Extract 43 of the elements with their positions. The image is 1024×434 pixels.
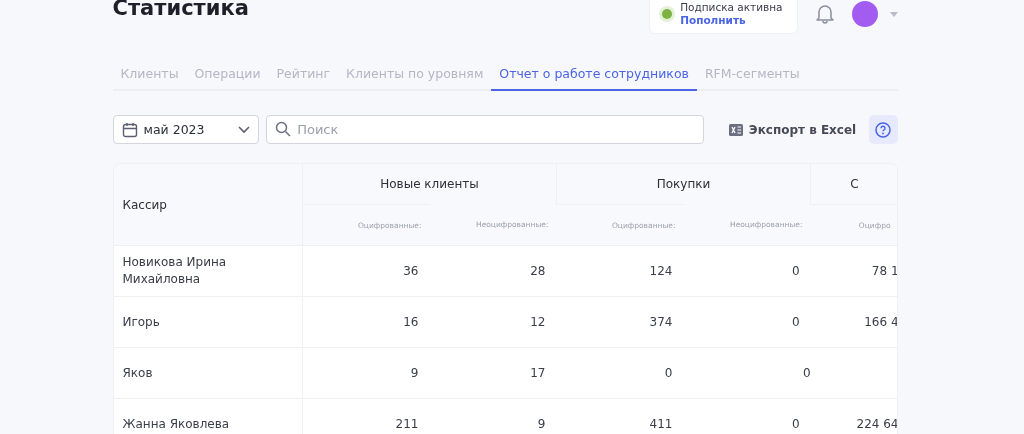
user-avatar[interactable] xyxy=(851,1,878,28)
cashier-cell: Игорь xyxy=(113,296,303,348)
tab[interactable]: RFM-сегменты xyxy=(696,62,808,91)
table-cell: 0 xyxy=(683,347,811,399)
table-cell: 0 xyxy=(556,347,684,399)
table-cell: 0 xyxy=(683,245,811,297)
export-excel-button[interactable]: Экспорт в Excel xyxy=(722,115,863,144)
table-cell: 9 xyxy=(302,347,430,399)
table-cell: 17 xyxy=(429,347,557,399)
tab[interactable]: Рейтинг xyxy=(268,62,339,91)
table-cell: 374 xyxy=(556,296,684,348)
table-cell: 0 xyxy=(683,398,811,434)
tab[interactable]: Клиенты xyxy=(112,62,187,91)
top-up-link[interactable]: Пополнить xyxy=(680,14,783,28)
calendar-icon xyxy=(121,121,138,138)
column-header: Кассир xyxy=(113,164,303,246)
table-cell: 12 xyxy=(429,296,557,348)
table-cell: 0 xyxy=(683,296,811,348)
table-cell: 124 xyxy=(556,245,684,297)
search-field[interactable]: Поиск xyxy=(266,115,704,144)
cashier-cell: Жанна Яковлева xyxy=(113,398,303,434)
column-group-header: Покупки xyxy=(556,164,811,205)
table-cell: 9 xyxy=(429,398,557,434)
cashier-cell: Яков xyxy=(113,347,303,399)
table-cell: 28 xyxy=(429,245,557,297)
help-icon xyxy=(875,121,892,138)
chevron-down-icon xyxy=(238,125,251,134)
period-select[interactable]: май 2023 xyxy=(112,115,260,144)
subscription-status: Подписка активна xyxy=(680,1,783,15)
table-cell: 16 xyxy=(302,296,430,348)
tab[interactable]: Операции xyxy=(186,62,269,91)
column-group-header: С xyxy=(810,164,897,205)
notifications-bell-icon[interactable] xyxy=(815,4,834,25)
page-title: Статистика xyxy=(112,0,249,20)
table-cell: 36 xyxy=(302,245,430,297)
spreadsheet-icon xyxy=(728,122,743,137)
tab[interactable]: Клиенты по уровням xyxy=(338,62,492,91)
table-cell: 411 xyxy=(556,398,684,434)
table-cell: 211 xyxy=(302,398,430,434)
tab[interactable]: Отчет о работе сотрудников xyxy=(491,62,697,91)
help-button[interactable] xyxy=(869,115,898,144)
column-group-header: Новые клиенты xyxy=(302,164,557,205)
cashier-cell: Новикова Ирина Михайловна xyxy=(113,245,303,297)
